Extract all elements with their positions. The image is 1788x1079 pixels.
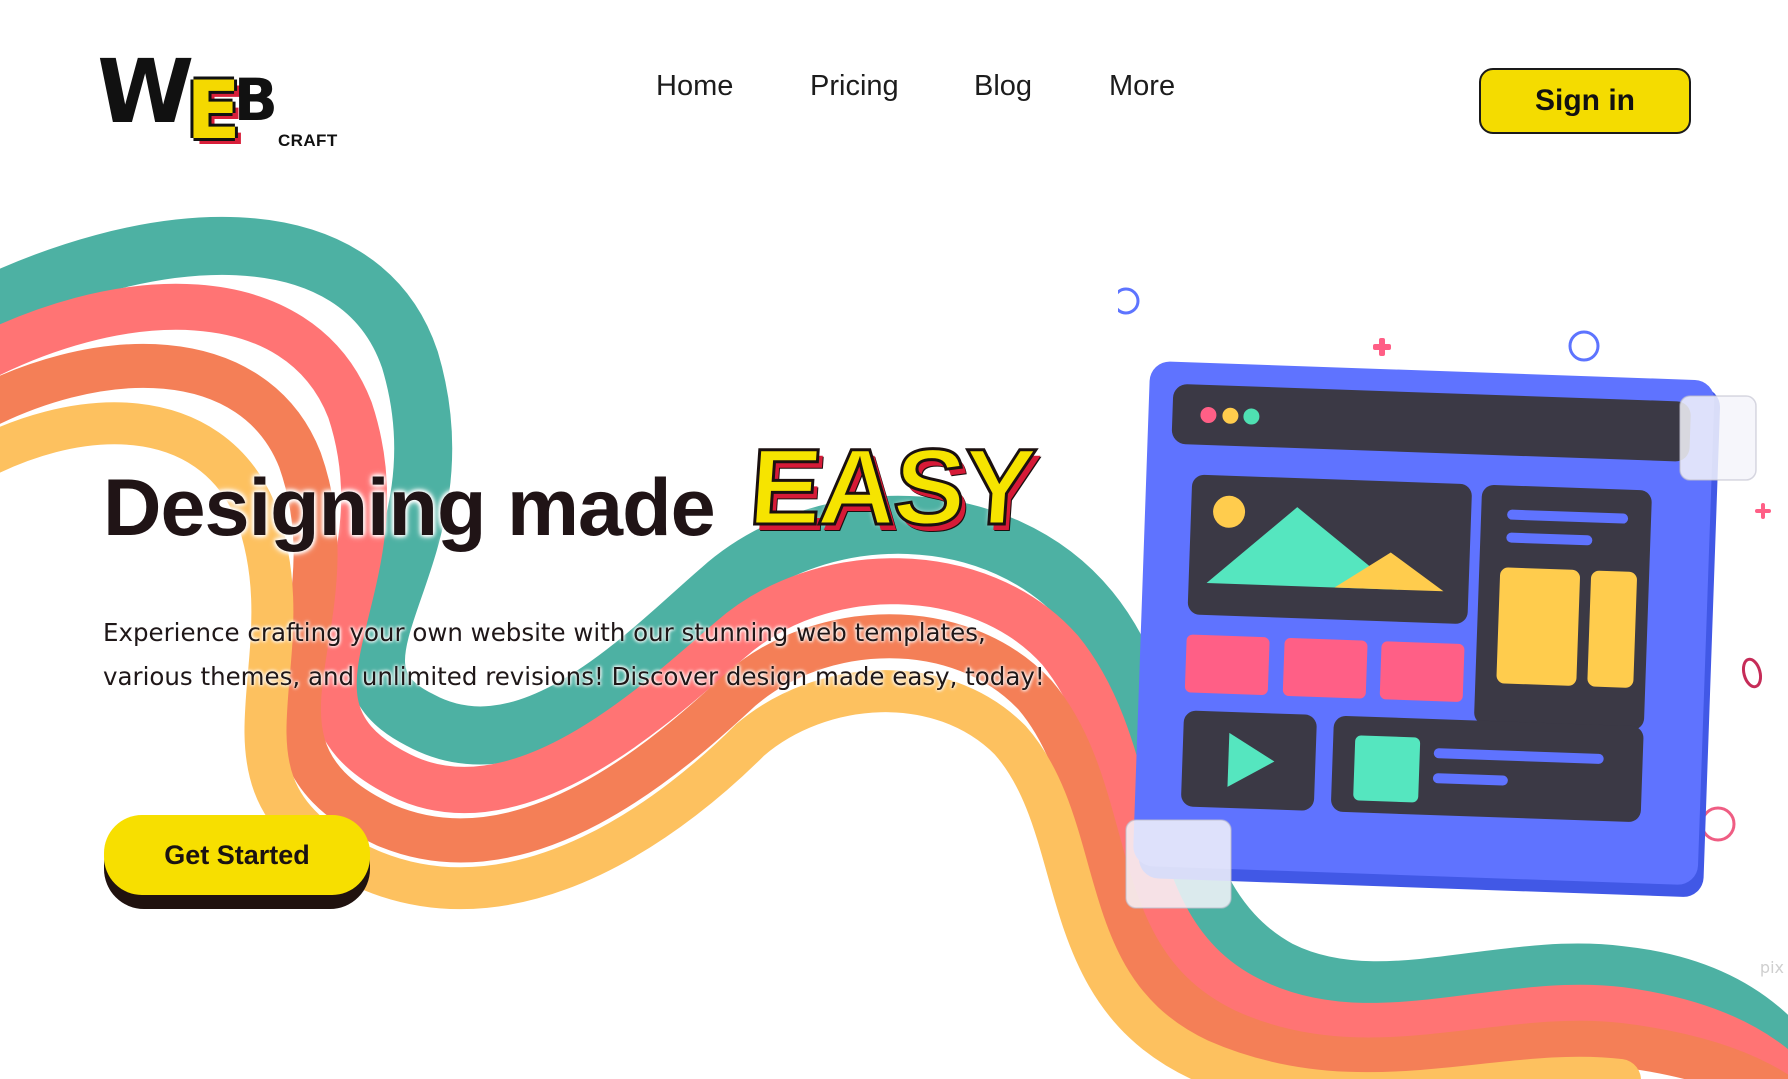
nav-blog-link[interactable]: Blog <box>974 70 1032 103</box>
landing-page: WEB CRAFT Home Pricing Blog More Sign in… <box>0 0 1788 1079</box>
logo-letter-e: E <box>186 64 241 157</box>
plus-icon <box>1755 503 1771 519</box>
hero-description-line-2: various themes, and unlimited revisions!… <box>103 662 1045 691</box>
watermark-logo: pix <box>1759 958 1784 977</box>
website-builder-illustration <box>1118 287 1771 909</box>
nav-pricing-link[interactable]: Pricing <box>810 70 899 103</box>
get-started-button[interactable]: Get Started <box>104 815 370 909</box>
hero-title-highlight: EASY <box>744 425 1038 549</box>
hero-description-line-1: Experience crafting your own website wit… <box>103 618 986 647</box>
hero-description: Experience crafting your own website wit… <box>103 611 1083 699</box>
logo-letter-b: B <box>233 66 278 134</box>
nav-more-link[interactable]: More <box>1109 70 1175 103</box>
logo-letter-w: W <box>94 40 188 143</box>
sign-in-button[interactable]: Sign in <box>1479 68 1691 134</box>
circle-icon <box>1118 287 1140 315</box>
circle-icon <box>1741 657 1763 689</box>
browser-window-illustration <box>1133 361 1721 897</box>
logo-wordmark: WEB <box>94 40 278 151</box>
circle-icon <box>1700 806 1736 842</box>
nav-home-link[interactable]: Home <box>656 70 733 103</box>
get-started-label: Get Started <box>104 815 370 895</box>
logo-subtitle: CRAFT <box>278 131 338 150</box>
window-controls-icon <box>1200 407 1260 425</box>
hero-title: Designing made <box>103 463 716 553</box>
plus-icon <box>1373 338 1391 356</box>
circle-icon <box>1568 330 1600 362</box>
brand-logo[interactable]: WEB CRAFT <box>94 40 346 158</box>
